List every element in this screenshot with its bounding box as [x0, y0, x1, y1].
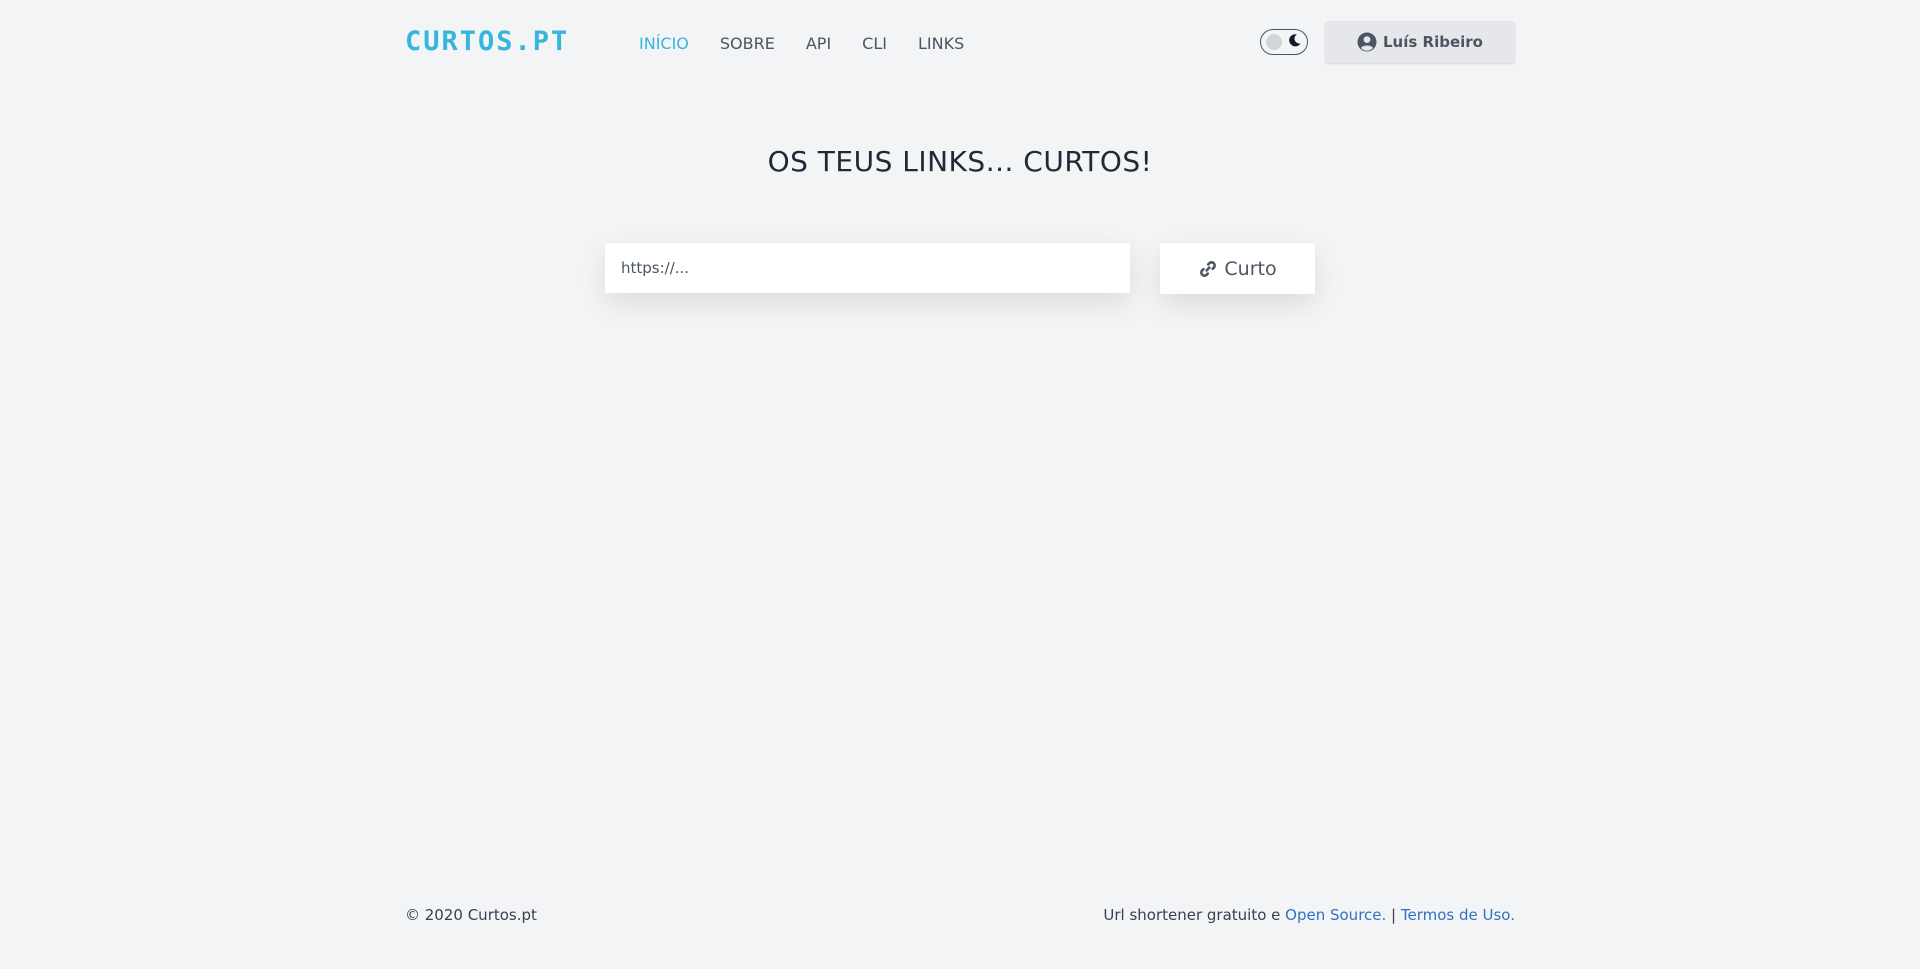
- page: CURTOS.PT INÍCIO SOBRE API CLI LINKS Luí…: [0, 0, 1920, 969]
- user-circle-icon: [1357, 32, 1377, 52]
- main-nav: INÍCIO SOBRE API CLI LINKS: [639, 34, 995, 53]
- header: CURTOS.PT INÍCIO SOBRE API CLI LINKS Luí…: [405, 20, 1515, 66]
- open-source-link[interactable]: Open Source.: [1285, 906, 1386, 924]
- nav-item-sobre[interactable]: SOBRE: [720, 34, 775, 53]
- user-name: Luís Ribeiro: [1383, 33, 1483, 51]
- nav-item-inicio[interactable]: INÍCIO: [639, 34, 689, 53]
- footer-text: Url shortener gratuito e: [1103, 906, 1286, 924]
- user-menu-button[interactable]: Luís Ribeiro: [1325, 21, 1515, 63]
- nav-item-cli[interactable]: CLI: [862, 34, 887, 53]
- moon-icon: [1289, 34, 1301, 47]
- shorten-button[interactable]: Curto: [1160, 243, 1315, 294]
- logo[interactable]: CURTOS.PT: [405, 26, 569, 57]
- theme-toggle[interactable]: [1260, 29, 1308, 55]
- copyright: © 2020 Curtos.pt: [405, 906, 537, 924]
- nav-item-api[interactable]: API: [806, 34, 831, 53]
- url-input[interactable]: [605, 243, 1130, 293]
- footer-separator: |: [1386, 906, 1401, 924]
- link-icon: [1200, 260, 1217, 277]
- terms-link[interactable]: Termos de Uso.: [1401, 906, 1515, 924]
- nav-item-links[interactable]: LINKS: [918, 34, 964, 53]
- shorten-button-label: Curto: [1224, 257, 1277, 280]
- footer-info: Url shortener gratuito e Open Source. | …: [1103, 906, 1515, 924]
- page-title: OS TEUS LINKS... CURTOS!: [767, 145, 1153, 178]
- toggle-knob: [1266, 34, 1282, 50]
